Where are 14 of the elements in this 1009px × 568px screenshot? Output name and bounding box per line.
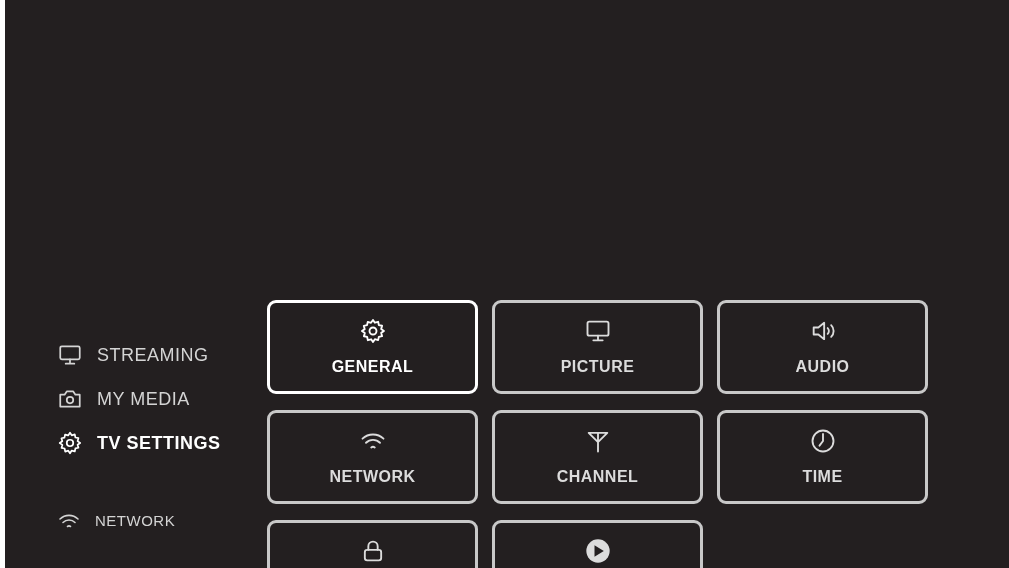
settings-tile[interactable]: PICTURE: [492, 300, 703, 394]
sidebar-item[interactable]: TV SETTINGS: [57, 421, 267, 465]
network-status: NETWORK: [57, 509, 267, 533]
play-circle-icon: [583, 537, 612, 565]
sidebar-item[interactable]: MY MEDIA: [57, 377, 267, 421]
settings-tile[interactable]: NETWORK: [267, 410, 478, 504]
settings-icon: [358, 317, 387, 345]
settings-tile[interactable]: CHANNEL: [492, 410, 703, 504]
settings-tile[interactable]: TIME: [717, 410, 928, 504]
settings-icon: [57, 430, 83, 456]
sidebar-item[interactable]: STREAMING: [57, 333, 267, 377]
settings-tile[interactable]: AUDIO: [717, 300, 928, 394]
settings-tile[interactable]: GENERAL: [267, 300, 478, 394]
monitor-icon: [57, 342, 83, 368]
